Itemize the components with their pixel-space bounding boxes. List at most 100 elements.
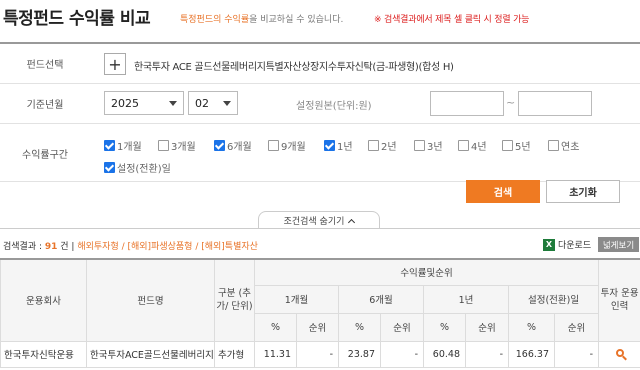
cell-return-6m: 23.87 [338, 340, 381, 368]
checkbox-unchecked-icon[interactable] [268, 140, 279, 151]
sort-hint: ※ 검색결과에서 제목 셀 클릭 시 정렬 가능 [374, 15, 530, 25]
subtitle-highlight: 특정펀드의 수익률 [180, 15, 250, 25]
plus-icon: + [108, 54, 122, 74]
period-checkbox[interactable]: 4년 [458, 138, 487, 153]
month-value: 02 [195, 96, 209, 110]
checkbox-unchecked-icon[interactable] [414, 140, 425, 151]
page-header: 특정펀드 수익률 비교 특정펀드의 수익률을 비교하실 수 있습니다. ※ 검색… [0, 0, 640, 38]
period-checkbox[interactable]: 3개월 [158, 138, 196, 153]
period-checkbox[interactable]: 3년 [414, 138, 443, 153]
checkbox-checked-icon[interactable] [214, 140, 225, 151]
col-period-since[interactable]: 설정(전환)일 [507, 284, 600, 314]
cell-company: 한국투자신탁운용 [0, 340, 87, 368]
period-checkbox[interactable]: 설정(전환)일 [104, 160, 171, 175]
hide-conditions-toggle[interactable]: 조건검색 숨기기 [258, 211, 380, 229]
period-checkbox[interactable]: 1년 [324, 138, 353, 153]
period-label: 9개월 [281, 142, 306, 153]
cell-fund-name[interactable]: 한국투자ACE골드선물레버리지 [86, 340, 215, 368]
base-month-row: 기준년월 2025 02 설정원본(단위:원) ~ [0, 84, 640, 124]
col-pct[interactable]: % [423, 312, 466, 342]
checkbox-unchecked-icon[interactable] [458, 140, 469, 151]
period-label: 2년 [381, 142, 397, 153]
year-value: 2025 [111, 96, 139, 110]
results-unit: 건 [60, 242, 69, 252]
col-fund-name[interactable]: 펀드명 [86, 258, 215, 342]
selected-fund-name: 한국투자 ACE 골드선물레버리지특별자산상장지수투자신탁(금-파생형)(합성 … [134, 62, 454, 73]
wide-view-button[interactable]: 넓게보기 [598, 237, 639, 252]
fund-select-row: 펀드선택 + 한국투자 ACE 골드선물레버리지특별자산상장지수투자신탁(금-파… [0, 44, 640, 84]
col-period-1m[interactable]: 1개월 [254, 284, 339, 314]
results-table: 운용회사 펀드명 구분 (추가/ 단위) 수익률및순위 투자 운용 인력 1개월… [0, 258, 640, 368]
results-count: 91 [44, 242, 58, 252]
period-label: 설정(전환)일 [117, 164, 171, 175]
setup-amount-label: 설정원본(단위:원) [296, 101, 372, 112]
col-rank[interactable]: 순위 [465, 312, 509, 342]
download-label: 다운로드 [558, 241, 592, 251]
page-title: 특정펀드 수익률 비교 [3, 9, 151, 29]
download-button[interactable]: X 다운로드 [543, 238, 591, 251]
return-period-row: 수익률구간 1개월 3개월 6개월 9개월 1년 2년 3년 4년 5년 연초설정(전환)일 [0, 124, 640, 182]
period-label: 연초 [561, 142, 580, 153]
col-pct[interactable]: % [254, 312, 297, 342]
add-fund-button[interactable]: + [104, 53, 126, 75]
period-label: 1년 [337, 142, 353, 153]
results-categories: 해외투자형 / [해외]파생상품형 / [해외]특별자산 [77, 242, 258, 252]
chevron-down-icon [223, 101, 231, 106]
cell-fund-type: 추가형 [214, 340, 255, 368]
cell-rank-6m: - [380, 340, 424, 368]
period-label: 3개월 [171, 142, 196, 153]
cell-return-since: 166.37 [508, 340, 555, 368]
col-fund-type[interactable]: 구분 (추가/ 단위) [214, 258, 255, 342]
month-select[interactable]: 02 [188, 91, 238, 115]
setup-amount-to-input[interactable] [518, 91, 592, 116]
col-pct[interactable]: % [338, 312, 381, 342]
setup-amount-from-input[interactable] [430, 91, 504, 116]
checkbox-checked-icon[interactable] [104, 162, 115, 173]
col-company[interactable]: 운용회사 [0, 258, 87, 342]
period-label: 1개월 [117, 142, 142, 153]
checkbox-unchecked-icon[interactable] [548, 140, 559, 151]
chevron-down-icon [169, 101, 177, 106]
search-icon[interactable] [615, 348, 624, 357]
col-rank[interactable]: 순위 [296, 312, 339, 342]
col-rank[interactable]: 순위 [380, 312, 424, 342]
results-prefix: 검색결과 : [3, 242, 45, 252]
period-checkbox[interactable]: 연초 [548, 138, 579, 153]
checkbox-checked-icon[interactable] [104, 140, 115, 151]
period-label: 3년 [427, 142, 443, 153]
cell-return-1y: 60.48 [423, 340, 466, 368]
period-label: 4년 [471, 142, 487, 153]
period-checkbox[interactable]: 2년 [368, 138, 397, 153]
search-button[interactable]: 검색 [466, 180, 540, 203]
subtitle-text: 을 비교하실 수 있습니다. [249, 15, 344, 25]
divider [0, 228, 640, 229]
base-month-label: 기준년월 [26, 100, 64, 111]
period-checkbox[interactable]: 6개월 [214, 138, 252, 153]
col-pct[interactable]: % [508, 312, 555, 342]
cell-rank-since: - [553, 340, 600, 368]
period-label: 5년 [515, 142, 531, 153]
period-checkbox[interactable]: 5년 [502, 138, 531, 153]
checkbox-unchecked-icon[interactable] [368, 140, 379, 151]
col-invest-info: 투자 운용 인력 [598, 258, 640, 342]
checkbox-checked-icon[interactable] [324, 140, 335, 151]
page-subtitle: 특정펀드의 수익률을 비교하실 수 있습니다. [180, 12, 343, 25]
reset-button[interactable]: 초기화 [546, 180, 620, 203]
period-checkbox[interactable]: 1개월 [104, 138, 142, 153]
period-label: 6개월 [227, 142, 252, 153]
period-checkbox[interactable]: 9개월 [268, 138, 306, 153]
col-period-6m[interactable]: 6개월 [338, 284, 424, 314]
checkbox-unchecked-icon[interactable] [502, 140, 513, 151]
return-period-label: 수익률구간 [22, 149, 68, 161]
excel-icon: X [543, 238, 555, 251]
year-select[interactable]: 2025 [104, 91, 184, 115]
cell-invest-info [598, 340, 640, 368]
chevron-up-icon [348, 218, 356, 226]
col-period-1y[interactable]: 1년 [423, 284, 509, 314]
cell-return-1m: 11.31 [254, 340, 297, 368]
col-rank[interactable]: 순위 [553, 312, 600, 342]
fund-select-label: 펀드선택 [26, 60, 64, 71]
results-summary: 검색결과 : 91 건 | 해외투자형 / [해외]파생상품형 / [해외]특별… [3, 242, 258, 252]
checkbox-unchecked-icon[interactable] [158, 140, 169, 151]
range-separator: ~ [506, 96, 516, 109]
